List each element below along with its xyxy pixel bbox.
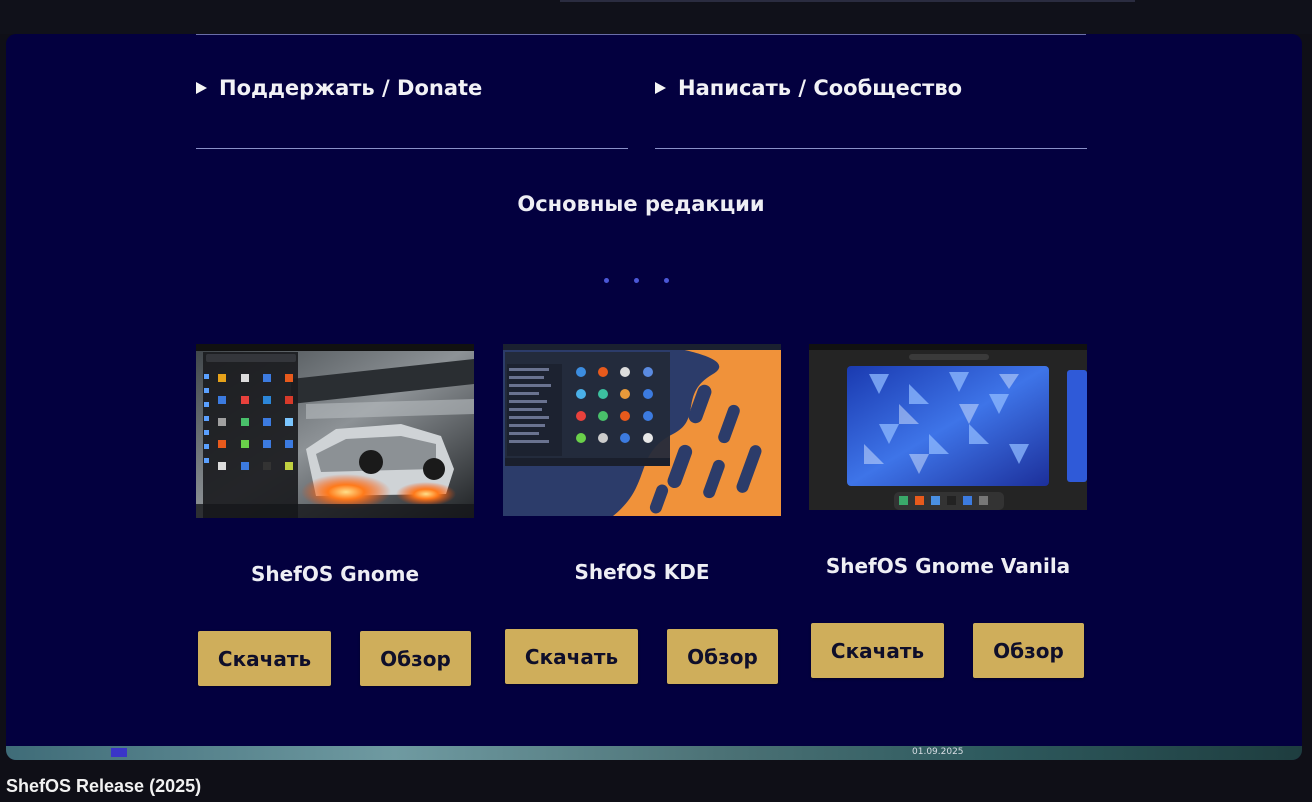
dot <box>634 278 639 283</box>
taskbar-app-icon <box>111 748 127 757</box>
community-section[interactable]: Написать / Сообщество <box>655 76 1087 149</box>
edition-title: ShefOS Gnome Vanila <box>825 554 1071 578</box>
video-title[interactable]: ShefOS Release (2025) <box>6 776 201 797</box>
donate-label: Поддержать / Donate <box>219 76 483 100</box>
donate-toggle[interactable]: Поддержать / Donate <box>196 76 482 100</box>
download-button[interactable]: Скачать <box>505 629 638 684</box>
review-button[interactable]: Обзор <box>667 629 778 684</box>
download-button[interactable]: Скачать <box>811 623 944 678</box>
video-frame[interactable]: Поддержать / Donate Написать / Сообществ… <box>6 34 1302 760</box>
taskbar-date: 01.09.2025 <box>912 747 964 757</box>
disclosure-triangle-icon <box>655 82 666 94</box>
kde-screenshot[interactable] <box>503 344 781 516</box>
review-button[interactable]: Обзор <box>360 631 471 686</box>
donate-section[interactable]: Поддержать / Donate <box>196 76 628 149</box>
loading-dots <box>604 278 669 283</box>
dot <box>664 278 669 283</box>
gnome-vanila-screenshot[interactable] <box>809 344 1087 510</box>
editions-heading: Основные редакции <box>517 192 765 216</box>
top-bar-line <box>560 0 1135 2</box>
desktop-taskbar-strip: 01.09.2025 <box>6 746 1302 760</box>
edition-title: ShefOS KDE <box>574 560 710 584</box>
top-bar <box>0 0 1312 34</box>
edition-title: ShefOS Gnome <box>250 562 420 586</box>
community-toggle[interactable]: Написать / Сообщество <box>655 76 962 100</box>
top-divider <box>196 34 1086 35</box>
download-button[interactable]: Скачать <box>198 631 331 686</box>
community-label: Написать / Сообщество <box>678 76 963 100</box>
gnome-screenshot[interactable] <box>196 344 474 518</box>
review-button[interactable]: Обзор <box>973 623 1084 678</box>
dot <box>604 278 609 283</box>
disclosure-triangle-icon <box>196 82 207 94</box>
